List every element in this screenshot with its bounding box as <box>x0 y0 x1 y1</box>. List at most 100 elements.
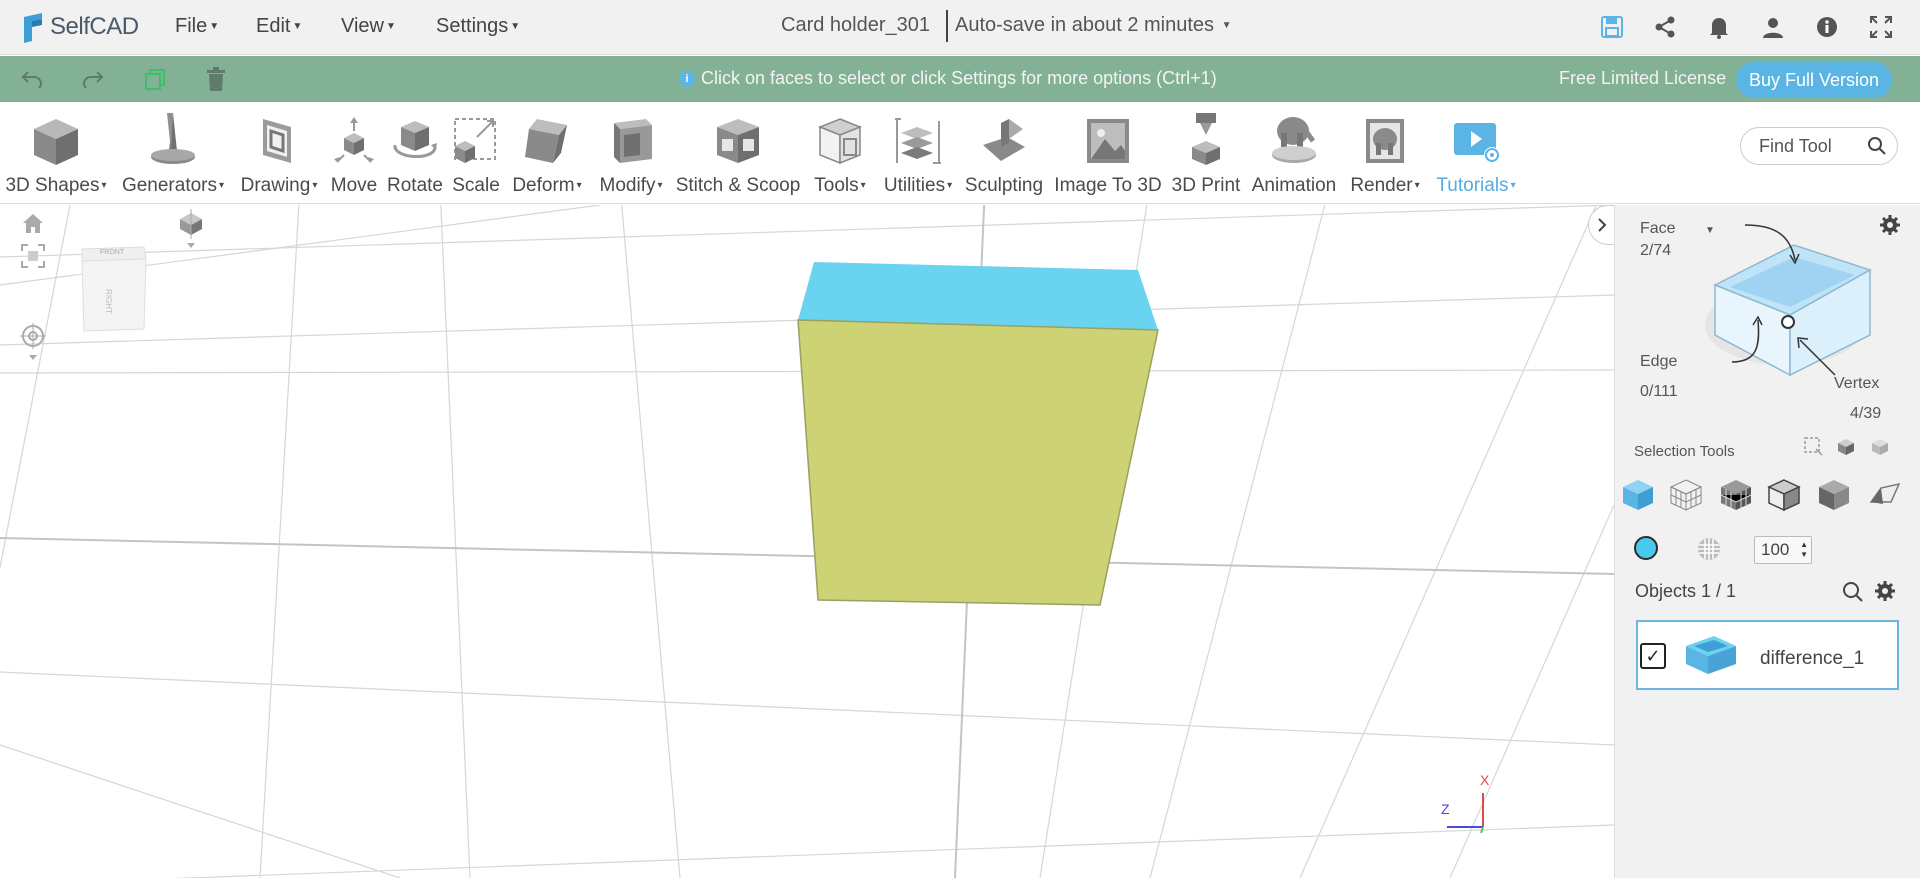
fit-view-icon[interactable] <box>20 243 46 269</box>
tool-sculpting[interactable]: Sculpting <box>962 103 1046 203</box>
chevron-right-icon <box>1598 218 1607 232</box>
undo-icon[interactable] <box>18 65 46 93</box>
edge-mode-label[interactable]: Edge <box>1640 353 1677 371</box>
objects-settings-gear-icon[interactable] <box>1874 580 1896 607</box>
object-search-icon[interactable] <box>1842 581 1864 608</box>
select-face-cube-icon[interactable] <box>1620 477 1656 513</box>
face-mode-label[interactable]: Face <box>1640 220 1676 238</box>
3d-viewport[interactable]: FRONT RIGHT X Z <box>0 205 1614 878</box>
selection-mode-diagram[interactable] <box>1690 215 1880 385</box>
tool-scale[interactable]: Scale <box>448 103 504 203</box>
copy-icon[interactable] <box>141 65 169 93</box>
move-icon <box>330 103 378 169</box>
tool-label: Scale <box>452 175 500 196</box>
buy-full-version-button[interactable]: Buy Full Version <box>1736 62 1892 98</box>
edge-count: 0/111 <box>1640 383 1678 400</box>
select-grid-icon[interactable] <box>1718 477 1754 513</box>
navigation-cube[interactable]: FRONT RIGHT <box>74 245 154 341</box>
search-icon[interactable] <box>1867 136 1887 161</box>
printer-icon <box>1186 103 1226 169</box>
info-dot-icon: i <box>679 70 695 87</box>
tool-drawing[interactable]: Drawing ▾ <box>234 103 324 203</box>
vertex-mode-label[interactable]: Vertex <box>1834 375 1879 393</box>
tool-label: Generators ▾ <box>121 175 225 196</box>
box-front-face[interactable] <box>797 319 1159 606</box>
object-name[interactable]: difference_1 <box>1760 648 1864 670</box>
box-top-face[interactable] <box>798 262 1158 330</box>
select-visible-icon[interactable] <box>1836 437 1856 462</box>
generator-icon <box>147 103 199 169</box>
material-texture-icon[interactable] <box>1696 536 1722 567</box>
box-select-icon[interactable] <box>1804 437 1824 462</box>
object-color-swatch[interactable] <box>1634 536 1658 560</box>
tool-render[interactable]: Render ▾ <box>1344 103 1426 203</box>
save-icon[interactable] <box>1597 12 1627 42</box>
sculpting-icon <box>979 103 1029 169</box>
object-visibility-checkbox[interactable]: ✓ <box>1640 643 1666 669</box>
menu-settings[interactable]: Settings ▼ <box>436 15 520 38</box>
share-icon[interactable] <box>1650 12 1680 42</box>
nav-cube-front-label: FRONT <box>100 249 125 256</box>
tool-label: 3D Print <box>1171 175 1241 196</box>
redo-icon[interactable] <box>79 65 107 93</box>
menu-view[interactable]: View ▼ <box>341 15 396 38</box>
caret-down-icon: ▼ <box>386 21 396 33</box>
find-tool-search[interactable] <box>1740 127 1898 165</box>
cube-icon <box>30 103 82 169</box>
opacity-stepper[interactable]: 100 ▲ ▼ <box>1754 536 1812 564</box>
tool-label: Deform ▾ <box>512 175 582 196</box>
select-edge-loop-icon[interactable] <box>1766 477 1802 513</box>
tool-3d-shapes[interactable]: 3D Shapes ▾ <box>2 103 110 203</box>
tool-rotate[interactable]: Rotate <box>384 103 446 203</box>
find-tool-input[interactable] <box>1759 136 1859 157</box>
selection-settings-gear-icon[interactable] <box>1879 214 1901 241</box>
tool-modify[interactable]: Modify ▾ <box>592 103 670 203</box>
trash-icon[interactable] <box>202 65 230 93</box>
tool-animation[interactable]: Animation <box>1246 103 1342 203</box>
autosave-dropdown[interactable]: Auto-save in about 2 minutes ▼ <box>955 14 1232 37</box>
box-object[interactable] <box>790 260 1170 670</box>
info-icon[interactable] <box>1812 12 1842 42</box>
menu-edit-label: Edit <box>256 15 291 37</box>
caret-down-icon: ▾ <box>1414 180 1420 192</box>
select-half-icon[interactable] <box>1816 477 1852 513</box>
tool-move[interactable]: Move <box>326 103 382 203</box>
document-title[interactable]: Card holder_301 <box>781 14 930 37</box>
tool-image-to-3d[interactable]: Image To 3D <box>1050 103 1166 203</box>
tool-label: Tutorials ▾ <box>1436 175 1516 196</box>
user-icon[interactable] <box>1758 12 1788 42</box>
select-through-icon[interactable] <box>1870 437 1890 462</box>
tool-label: Image To 3D <box>1054 175 1162 196</box>
tool-stitch-scoop[interactable]: Stitch & Scoop <box>674 103 802 203</box>
caret-down-icon: ▾ <box>657 180 663 192</box>
tool-utilities[interactable]: Utilities ▾ <box>876 103 960 203</box>
fullscreen-icon[interactable] <box>1866 12 1896 42</box>
bell-icon[interactable] <box>1704 12 1734 42</box>
face-count: 2/74 <box>1640 242 1672 259</box>
tool-tools[interactable]: Tools ▾ <box>806 103 874 203</box>
selfcad-logo[interactable]: SelfCAD <box>20 8 139 46</box>
menu-file[interactable]: File ▼ <box>175 15 219 38</box>
tool-tutorials[interactable]: Tutorials ▾ <box>1428 103 1524 203</box>
tool-generators[interactable]: Generators ▾ <box>116 103 230 203</box>
tool-label: Move <box>330 175 378 196</box>
info-message: i Click on faces to select or click Sett… <box>679 68 1217 89</box>
stepper-arrows-icon[interactable]: ▲ ▼ <box>1800 540 1808 560</box>
main-toolbar: 3D Shapes ▾ Generators ▾ Drawing ▾ Move Rot… <box>0 103 1920 204</box>
orbit-target-icon[interactable] <box>20 323 46 363</box>
menu-settings-label: Settings <box>436 15 509 37</box>
caret-down-icon: ▾ <box>219 180 225 192</box>
menu-edit[interactable]: Edit ▼ <box>256 15 302 38</box>
tool-3d-print[interactable]: 3D Print <box>1168 103 1244 203</box>
caret-down-icon: ▾ <box>1510 180 1516 192</box>
image-to-3d-icon <box>1083 103 1133 169</box>
tool-deform[interactable]: Deform ▾ <box>506 103 588 203</box>
tool-label: Modify ▾ <box>599 175 663 196</box>
camera-mode-icon[interactable] <box>176 209 206 251</box>
select-mesh-icon[interactable] <box>1668 477 1704 513</box>
home-view-icon[interactable] <box>20 211 46 237</box>
tutorials-icon <box>1450 103 1502 169</box>
drawing-icon <box>257 103 301 169</box>
rotate-icon <box>389 103 441 169</box>
select-plane-icon[interactable] <box>1866 477 1902 513</box>
